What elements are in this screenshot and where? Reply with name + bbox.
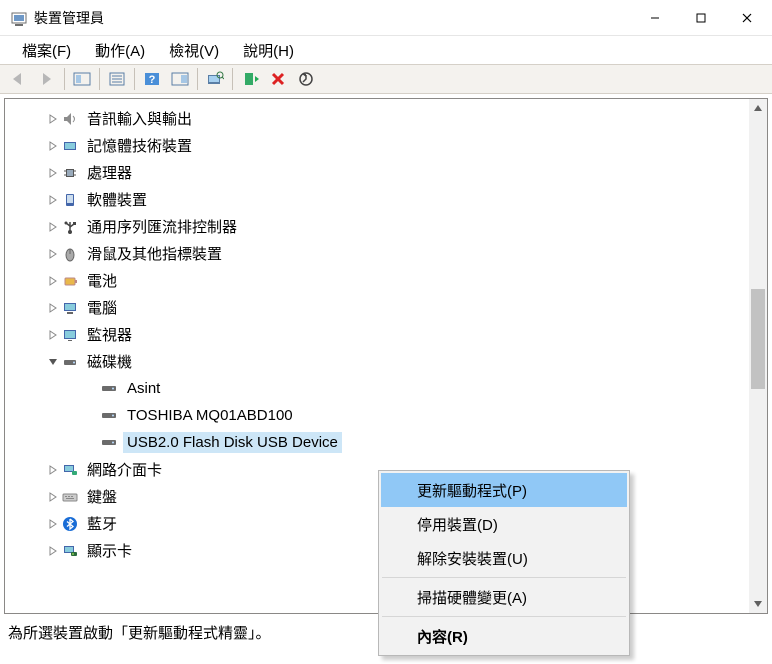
bluetooth-icon xyxy=(61,515,79,533)
computer-icon xyxy=(61,299,79,317)
minimize-button[interactable] xyxy=(632,2,678,34)
show-hide-tree-button[interactable] xyxy=(69,67,95,91)
software-device-icon xyxy=(61,191,79,209)
menu-file[interactable]: 檔案(F) xyxy=(10,38,83,63)
tree-item-disk-child[interactable]: Asint xyxy=(5,375,767,402)
disk-icon xyxy=(101,408,119,424)
keyboard-icon xyxy=(61,488,79,506)
toolbar: ? xyxy=(0,64,772,94)
cpu-icon xyxy=(61,164,79,182)
disk-icon xyxy=(61,353,79,371)
tree-label: 磁碟機 xyxy=(83,351,136,372)
usb-icon xyxy=(61,218,79,236)
tree-label: TOSHIBA MQ01ABD100 xyxy=(123,407,297,424)
close-button[interactable] xyxy=(724,2,770,34)
ctx-properties[interactable]: 內容(R) xyxy=(381,619,627,653)
battery-icon xyxy=(61,272,79,290)
tree-label: 處理器 xyxy=(83,162,136,183)
memory-icon xyxy=(61,137,79,155)
ctx-disable-device[interactable]: 停用裝置(D) xyxy=(381,507,627,541)
expander-icon[interactable] xyxy=(45,195,61,205)
help-button[interactable]: ? xyxy=(139,67,165,91)
expander-icon[interactable] xyxy=(45,519,61,529)
monitor-icon xyxy=(61,326,79,344)
tree-item-memory[interactable]: 記憶體技術裝置 xyxy=(5,132,767,159)
mouse-icon xyxy=(61,245,79,263)
expander-icon[interactable] xyxy=(45,141,61,151)
tree-label: 監視器 xyxy=(83,324,136,345)
scan-hardware-button[interactable] xyxy=(202,67,228,91)
tree-item-disk-drives[interactable]: 磁碟機 xyxy=(5,348,767,375)
tree-label: 軟體裝置 xyxy=(83,189,151,210)
update-driver-button[interactable] xyxy=(293,67,319,91)
scroll-down-button[interactable] xyxy=(749,595,767,613)
menubar: 檔案(F) 動作(A) 檢視(V) 說明(H) xyxy=(0,36,772,64)
tree-item-battery[interactable]: 電池 xyxy=(5,267,767,294)
view-mode-button[interactable] xyxy=(167,67,193,91)
vertical-scrollbar[interactable] xyxy=(749,99,767,613)
expander-icon[interactable] xyxy=(45,303,61,313)
menu-view[interactable]: 檢視(V) xyxy=(157,38,231,63)
tree-item-mouse[interactable]: 滑鼠及其他指標裝置 xyxy=(5,240,767,267)
tree-item-software[interactable]: 軟體裝置 xyxy=(5,186,767,213)
ctx-update-driver[interactable]: 更新驅動程式(P) xyxy=(381,473,627,507)
separator xyxy=(382,577,626,578)
ctx-uninstall-device[interactable]: 解除安裝裝置(U) xyxy=(381,541,627,575)
tree-item-disk-child-selected[interactable]: USB2.0 Flash Disk USB Device xyxy=(5,429,767,456)
maximize-button[interactable] xyxy=(678,2,724,34)
tree-item-computer[interactable]: 電腦 xyxy=(5,294,767,321)
speaker-icon xyxy=(61,110,79,128)
tree-label: 通用序列匯流排控制器 xyxy=(83,216,241,237)
ctx-scan-hardware[interactable]: 掃描硬體變更(A) xyxy=(381,580,627,614)
properties-button[interactable] xyxy=(104,67,130,91)
nav-back-button[interactable] xyxy=(6,67,32,91)
menu-help[interactable]: 說明(H) xyxy=(231,38,306,63)
status-text: 為所選裝置啟動「更新驅動程式精靈」。 xyxy=(8,625,271,642)
expander-icon[interactable] xyxy=(45,330,61,340)
display-adapter-icon xyxy=(61,542,79,560)
expander-icon[interactable] xyxy=(45,222,61,232)
expander-icon[interactable] xyxy=(45,465,61,475)
tree-label: 電腦 xyxy=(83,297,121,318)
expander-icon[interactable] xyxy=(45,249,61,259)
expander-icon[interactable] xyxy=(45,276,61,286)
app-icon xyxy=(10,9,28,27)
network-icon xyxy=(61,461,79,479)
expander-icon[interactable] xyxy=(45,168,61,178)
tree-label: 網路介面卡 xyxy=(83,459,166,480)
tree-label: USB2.0 Flash Disk USB Device xyxy=(123,432,342,453)
expander-icon[interactable] xyxy=(45,492,61,502)
uninstall-button[interactable] xyxy=(265,67,291,91)
tree-label: 滑鼠及其他指標裝置 xyxy=(83,243,226,264)
tree-label: Asint xyxy=(123,380,164,397)
scroll-up-button[interactable] xyxy=(749,99,767,117)
expander-expanded-icon[interactable] xyxy=(45,357,61,367)
expander-icon[interactable] xyxy=(45,114,61,124)
tree-item-audio[interactable]: 音訊輸入與輸出 xyxy=(5,105,767,132)
tree-label: 顯示卡 xyxy=(83,540,136,561)
tree-label: 鍵盤 xyxy=(83,486,121,507)
tree-label: 藍牙 xyxy=(83,513,121,534)
tree-item-processor[interactable]: 處理器 xyxy=(5,159,767,186)
nav-forward-button[interactable] xyxy=(34,67,60,91)
tree-label: 記憶體技術裝置 xyxy=(83,135,196,156)
menu-action[interactable]: 動作(A) xyxy=(83,38,157,63)
svg-text:?: ? xyxy=(149,74,156,86)
tree-label: 音訊輸入與輸出 xyxy=(83,108,196,129)
disk-icon xyxy=(101,435,119,451)
context-menu: 更新驅動程式(P) 停用裝置(D) 解除安裝裝置(U) 掃描硬體變更(A) 內容… xyxy=(378,470,630,656)
titlebar: 裝置管理員 xyxy=(0,0,772,36)
window-title: 裝置管理員 xyxy=(34,8,104,28)
scroll-thumb[interactable] xyxy=(751,289,765,389)
expander-icon[interactable] xyxy=(45,546,61,556)
tree-item-usb-controllers[interactable]: 通用序列匯流排控制器 xyxy=(5,213,767,240)
enable-device-button[interactable] xyxy=(237,67,263,91)
separator xyxy=(382,616,626,617)
tree-item-disk-child[interactable]: TOSHIBA MQ01ABD100 xyxy=(5,402,767,429)
tree-item-monitor[interactable]: 監視器 xyxy=(5,321,767,348)
disk-icon xyxy=(101,381,119,397)
tree-label: 電池 xyxy=(83,270,121,291)
